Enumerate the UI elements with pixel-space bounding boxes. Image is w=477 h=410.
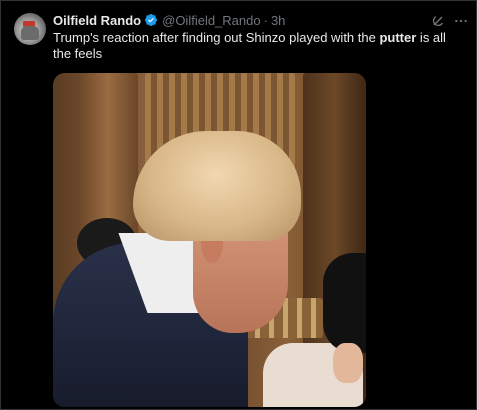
tweet-text-bold: putter: [379, 30, 417, 45]
separator-dot: ·: [263, 12, 268, 28]
avatar-hat-shape: [21, 26, 39, 40]
woman-face: [333, 343, 363, 383]
grok-icon[interactable]: [430, 13, 446, 29]
tweet-text-part1: Trump's reaction after finding out Shinz…: [53, 30, 380, 45]
author-handle[interactable]: @Oilfield_Rando: [162, 13, 260, 28]
timestamp[interactable]: 3h: [271, 13, 285, 28]
tweet-card[interactable]: Oilfield Rando @Oilfield_Rando · 3h Trum…: [0, 0, 477, 410]
man-hair: [133, 131, 301, 241]
tweet-text: Trump's reaction after finding out Shinz…: [53, 30, 463, 62]
woman-hair: [323, 253, 366, 353]
tweet-header: Oilfield Rando @Oilfield_Rando · 3h: [53, 11, 285, 29]
avatar[interactable]: [14, 13, 46, 45]
author-name[interactable]: Oilfield Rando: [53, 13, 141, 28]
more-options-icon[interactable]: [453, 13, 469, 29]
verified-badge-icon[interactable]: [144, 13, 158, 27]
tweet-media-video[interactable]: [53, 73, 366, 407]
